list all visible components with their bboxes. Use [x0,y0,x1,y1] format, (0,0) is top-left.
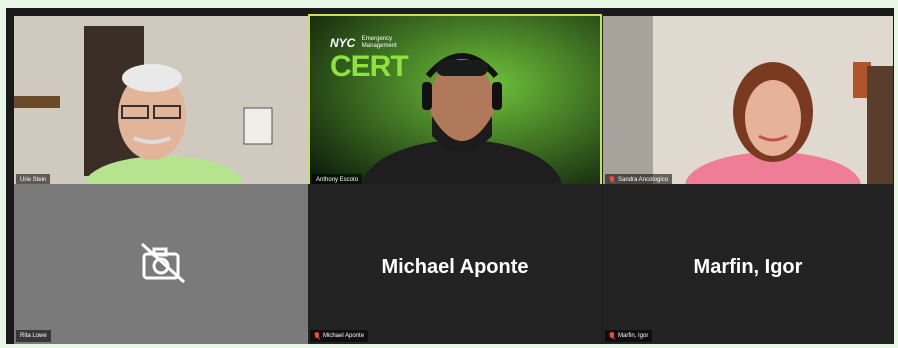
participant-name-label: Marfin, Igor [605,330,653,342]
video-tile-michael-aponte[interactable]: Michael Aponte Michael Aponte [308,184,602,344]
video-tile-marfin-igor[interactable]: Marfin, Igor Marfin, Igor [603,184,893,344]
participant-name-label: Michael Aponte [310,330,369,342]
participant-name-label: Rita Lowe [16,330,51,342]
mic-muted-icon [609,332,615,340]
mic-muted-icon [609,176,615,184]
video-gallery: Urie Stein NYC Emergency Management CERT… [6,8,894,344]
participant-display-name: Michael Aponte [381,256,529,278]
cert-logo: NYC Emergency Management CERT [330,36,409,83]
participant-video [603,16,893,188]
participant-display-name: Marfin, Igor [693,256,803,278]
mic-muted-icon [314,332,320,340]
video-tile-rita-lowe[interactable]: Rita Lowe [14,184,308,344]
camera-off-icon [140,242,186,284]
video-tile-sandra-ancologico[interactable]: Sandra Ancologico [603,16,893,188]
participant-video [14,16,308,188]
video-tile-urie-stein[interactable]: Urie Stein [14,16,308,188]
video-tile-anthony-escoto[interactable]: NYC Emergency Management CERT Anthony Es… [308,14,602,190]
